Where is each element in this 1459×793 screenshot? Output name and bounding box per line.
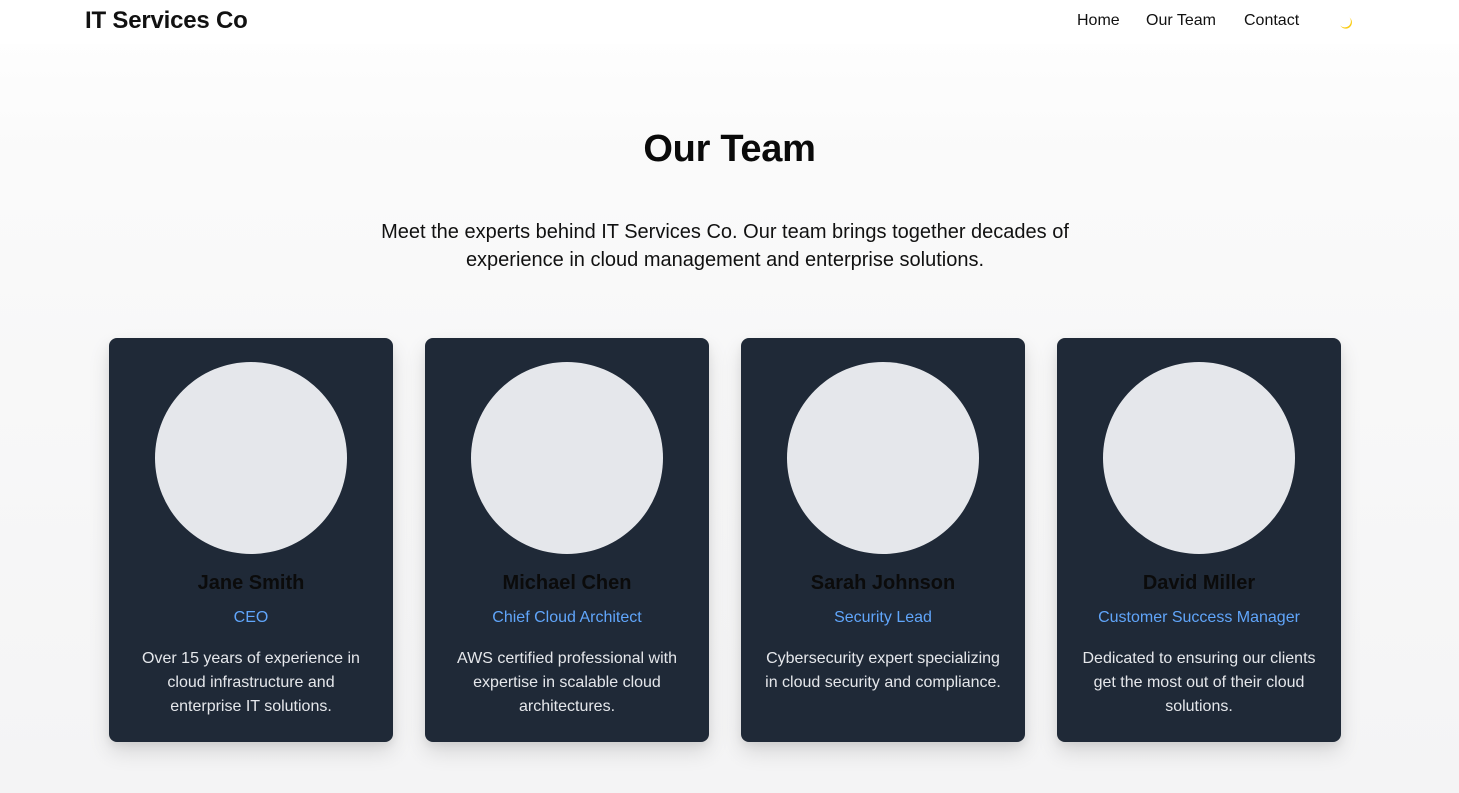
avatar-placeholder [1103, 362, 1295, 554]
team-member-card: Sarah Johnson Security Lead Cybersecurit… [741, 338, 1025, 742]
member-role: Security Lead [834, 609, 932, 626]
page-title: Our Team [643, 128, 816, 170]
nav-link-contact[interactable]: Contact [1244, 12, 1299, 30]
member-role: Chief Cloud Architect [492, 609, 642, 626]
main-nav: Home Our Team Contact [0, 12, 1459, 34]
avatar-placeholder [787, 362, 979, 554]
member-bio: Over 15 years of experience in cloud inf… [142, 650, 360, 715]
navbar: IT Services Co Home Our Team Contact [0, 0, 1459, 44]
member-name: David Miller [1142, 572, 1256, 594]
avatar-placeholder [471, 362, 663, 554]
team-member-card: Jane Smith CEO Over 15 years of experien… [109, 338, 393, 742]
member-bio: Dedicated to ensuring our clients get th… [1082, 650, 1316, 715]
member-role: CEO [233, 609, 269, 626]
member-name: Jane Smith [197, 572, 305, 594]
member-bio: AWS certified professional with expertis… [457, 650, 677, 715]
nav-link-our-team[interactable]: Our Team [1146, 12, 1216, 30]
member-name: Michael Chen [502, 572, 632, 594]
member-role: Customer Success Manager [1098, 609, 1300, 626]
team-member-card: David Miller Customer Success Manager De… [1057, 338, 1341, 742]
nav-link-home[interactable]: Home [1077, 12, 1120, 30]
member-bio: Cybersecurity expert specializing in clo… [765, 650, 1001, 691]
avatar-placeholder [155, 362, 347, 554]
theme-toggle-button[interactable] [1336, 13, 1356, 33]
team-intro-text: Meet the experts behind IT Services Co. … [381, 221, 1069, 271]
team-member-card: Michael Chen Chief Cloud Architect AWS c… [425, 338, 709, 742]
member-name: Sarah Johnson [810, 572, 956, 594]
moon-icon [1340, 17, 1352, 29]
